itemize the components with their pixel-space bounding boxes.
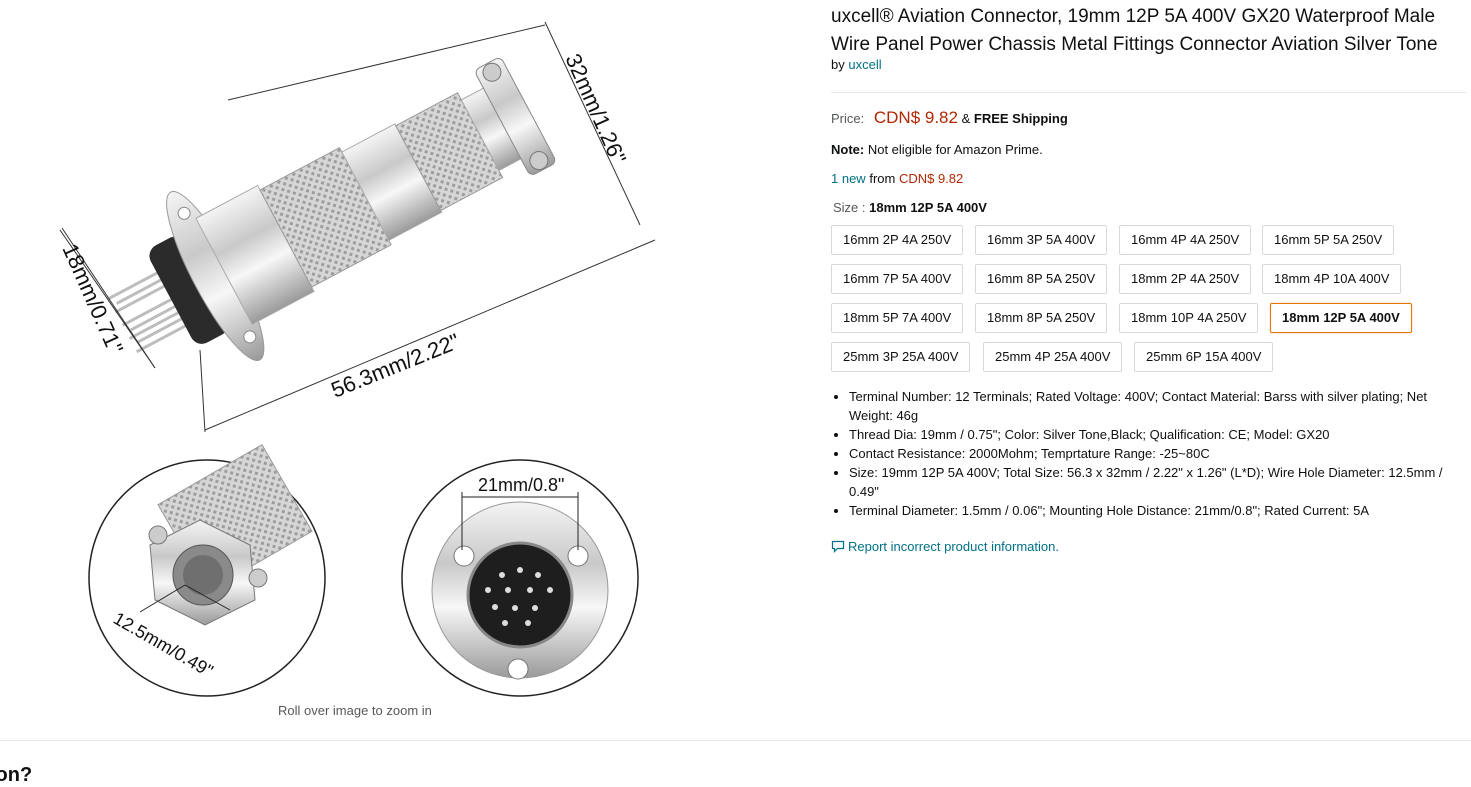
price-row: Price: CDN$ 9.82 & FREE Shipping <box>831 108 1068 128</box>
size-option[interactable]: 18mm 5P 7A 400V <box>831 303 964 333</box>
zoom-hint: Roll over image to zoom in <box>278 703 432 718</box>
product-main-image[interactable]: 32mm/1.26" 18mm/0.71" 56.3mm/2.22" 12.5m… <box>0 0 720 700</box>
feature-bullet: Contact Resistance: 2000Mohm; Temprtatur… <box>849 444 1464 463</box>
offers-price: CDN$ 9.82 <box>898 171 964 186</box>
shipping-ampersand: & <box>961 111 971 126</box>
size-option[interactable]: 16mm 5P 5A 250V <box>1262 225 1395 255</box>
dimension-mount-label: 21mm/0.8" <box>478 475 564 495</box>
dimension-length-label: 56.3mm/2.22" <box>328 328 464 402</box>
byline: by uxcell <box>831 57 882 72</box>
divider <box>831 92 1466 93</box>
prime-note: Note: Not eligible for Amazon Prime. <box>831 142 1043 157</box>
size-option[interactable]: 25mm 6P 15A 400V <box>1134 342 1274 372</box>
product-title: uxcell® Aviation Connector, 19mm 12P 5A … <box>831 6 1438 55</box>
by-label: by <box>831 57 845 72</box>
report-info-link[interactable]: Report incorrect product information. <box>831 539 1059 554</box>
size-option-selected[interactable]: 18mm 12P 5A 400V <box>1270 303 1412 333</box>
size-option[interactable]: 16mm 4P 4A 250V <box>1119 225 1252 255</box>
brand-link[interactable]: uxcell <box>848 57 881 72</box>
note-label: Note: <box>831 142 865 157</box>
product-image-gallery[interactable]: 32mm/1.26" 18mm/0.71" 56.3mm/2.22" 12.5m… <box>0 0 780 740</box>
size-option[interactable]: 16mm 2P 4A 250V <box>831 225 964 255</box>
size-selected-value: 18mm 12P 5A 400V <box>869 200 987 215</box>
free-shipping-label[interactable]: FREE Shipping <box>974 111 1068 126</box>
detail-front-face: 21mm/0.8" <box>401 459 639 697</box>
size-option[interactable]: 16mm 7P 5A 400V <box>831 264 964 294</box>
feature-bullets: Terminal Number: 12 Terminals; Rated Vol… <box>849 387 1464 520</box>
section-heading: ion? <box>0 764 33 786</box>
section-divider <box>0 740 1471 741</box>
price-value: CDN$ 9.82 <box>873 108 958 127</box>
feature-bullet: Thread Dia: 19mm / 0.75"; Color: Silver … <box>849 425 1464 444</box>
size-label: Size : <box>833 200 866 215</box>
detail-cable-end: 12.5mm/0.49" <box>88 444 326 697</box>
feature-bullet: Terminal Number: 12 Terminals; Rated Vol… <box>849 387 1464 425</box>
dimension-diameter-label: 18mm/0.71" <box>57 240 128 358</box>
size-selector-label: Size : 18mm 12P 5A 400V <box>833 200 987 215</box>
feature-bullet: Terminal Diameter: 1.5mm / 0.06"; Mounti… <box>849 501 1464 520</box>
size-option[interactable]: 16mm 8P 5A 250V <box>975 264 1108 294</box>
offers-from-label: from <box>869 171 896 186</box>
size-option[interactable]: 25mm 3P 25A 400V <box>831 342 971 372</box>
new-offers-link[interactable]: 1 new <box>831 171 866 186</box>
price-label: Price: <box>831 111 865 126</box>
size-option[interactable]: 16mm 3P 5A 400V <box>975 225 1108 255</box>
size-option[interactable]: 18mm 2P 4A 250V <box>1119 264 1252 294</box>
report-info-label: Report incorrect product information. <box>848 539 1059 554</box>
dimension-height-label: 32mm/1.26" <box>560 50 631 168</box>
connector-illustration <box>107 58 556 362</box>
speech-bubble-icon <box>831 540 845 553</box>
size-option[interactable]: 18mm 4P 10A 400V <box>1262 264 1402 294</box>
offers-row: 1 new from CDN$ 9.82 <box>831 171 963 186</box>
size-option[interactable]: 18mm 10P 4A 250V <box>1119 303 1259 333</box>
feature-bullet: Size: 19mm 12P 5A 400V; Total Size: 56.3… <box>849 463 1464 501</box>
size-option[interactable]: 18mm 8P 5A 250V <box>975 303 1108 333</box>
size-option[interactable]: 25mm 4P 25A 400V <box>983 342 1123 372</box>
note-text: Not eligible for Amazon Prime. <box>867 142 1043 157</box>
